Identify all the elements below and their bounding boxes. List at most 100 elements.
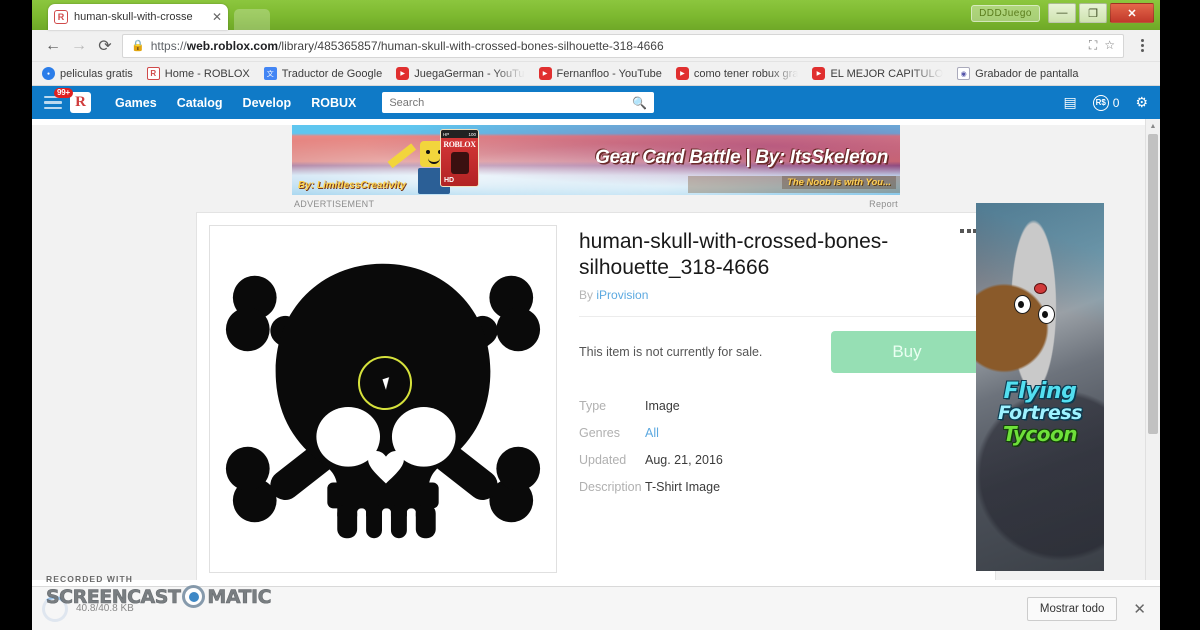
bookmark-favicon-icon [146,67,160,80]
close-window-button[interactable]: ✕ [1110,3,1154,23]
bookmark-favicon-icon [538,67,552,80]
url-text: https://web.roblox.com/library/485365857… [151,39,664,53]
creator-link[interactable]: iProvision [596,288,648,302]
sidebar-ad-line2: Fortress [998,402,1082,424]
download-meta: 40.8/40.8 KB [76,603,134,614]
list-icon[interactable]: ▤ [1064,94,1077,111]
detail-row: Type Image [579,399,983,413]
omnibox-icons: ⛶ ☆ [1089,38,1115,53]
roblox-navbar: 99+ R Games Catalog Develop ROBUX 🔍 ▤ R$ [32,86,1160,119]
hamburger-menu-icon[interactable]: 99+ [44,87,73,111]
item-options-icon[interactable] [960,229,977,233]
browser-tab[interactable]: R human-skull-with-crosse ✕ [48,4,228,30]
nav-link-robux[interactable]: ROBUX [311,96,356,110]
back-icon[interactable]: ← [40,33,66,59]
item-thumbnail[interactable] [209,225,557,573]
chrome-window: R human-skull-with-crosse ✕ DDDJuego — ❐… [32,0,1160,630]
item-details-table: Type Image Genres All Updated Aug. 21, 2… [579,399,983,494]
roblox-nav-links: Games Catalog Develop ROBUX [115,96,356,110]
tab-close-icon[interactable]: ✕ [212,10,222,24]
window-controls: — ❐ ✕ [1048,3,1154,23]
bookmark-label: como tener robux gra [693,67,799,80]
card-footer-hp: HD [444,177,455,184]
nav-link-catalog[interactable]: Catalog [177,96,223,110]
bookmark-item[interactable]: Fernanfloo - YouTube [538,67,662,80]
detail-key: Description [579,480,642,495]
ad-author: By: LimitlessCreativity [298,180,406,191]
download-item[interactable]: 40.8/40.8 KB [42,595,134,622]
nav-link-games[interactable]: Games [115,96,157,110]
download-shelf: 40.8/40.8 KB Mostrar todo ✕ [32,586,1160,630]
lock-icon: 🔒 [131,40,145,52]
page-scrollbar[interactable]: ▲ [1145,119,1160,580]
maximize-button[interactable]: ❐ [1079,3,1107,23]
bookmark-item[interactable]: Grabador de pantalla [957,67,1079,80]
bookmark-item[interactable]: como tener robux gra [675,67,799,80]
show-all-downloads-button[interactable]: Mostrar todo [1026,596,1118,621]
bookmark-item[interactable]: Home - ROBLOX [146,67,250,80]
bookmark-star-icon[interactable]: ☆ [1104,38,1115,53]
bookmark-favicon-icon [42,67,55,80]
robux-amount: 0 [1112,95,1120,110]
roblox-logo-icon[interactable]: R [70,92,91,113]
bookmark-item[interactable]: peliculas gratis [42,67,133,80]
bookmark-item[interactable]: EL MEJOR CAPITULO [812,67,943,80]
gear-icon[interactable]: ⚙ [1135,94,1148,111]
bookmark-label: Fernanfloo - YouTube [556,67,662,80]
ad-title: Gear Card Battle | By: ItsSkeleton [595,147,888,168]
url-host: web.roblox.com [186,38,279,53]
character-eye-icon [1038,305,1055,324]
ad-footer: ADVERTISEMENT Report [292,195,900,212]
detail-row: Updated Aug. 21, 2016 [579,453,983,467]
item-detail-card: human-skull-with-crossed-bones-silhouett… [196,212,996,580]
chrome-menu-icon[interactable] [1132,39,1152,52]
detail-key: Type [579,399,607,414]
card-hp-value: 100 [468,131,476,137]
nav-link-develop[interactable]: Develop [243,96,292,110]
search-icon[interactable]: 🔍 [632,96,647,110]
gear-card-icon: HP 100 ROBLOX HD [440,129,479,187]
new-tab-button[interactable] [234,9,270,30]
scrollbar-thumb[interactable] [1148,134,1158,434]
detail-value: T-Shirt Image [645,480,721,495]
character-nose-icon [1034,283,1047,294]
scroll-up-arrow-icon[interactable]: ▲ [1146,119,1160,133]
reload-icon[interactable]: ⟳ [92,33,118,59]
forward-icon[interactable]: → [66,33,92,59]
robux-balance[interactable]: R$ 0 [1092,94,1120,111]
address-bar[interactable]: 🔒 https://web.roblox.com/library/4853658… [122,33,1124,58]
search-input[interactable] [389,96,633,109]
extension-label: DDDJuego [971,5,1040,22]
download-progress-icon [42,595,68,622]
ad-banner[interactable]: HP 100 ROBLOX HD Gear Card Battle | By: … [292,125,900,195]
bookmark-favicon-icon [675,67,689,80]
sidebar-ad-title: Flying Fortress Tycoon [980,381,1100,445]
bookmark-label: Home - ROBLOX [164,67,250,80]
minimize-button[interactable]: — [1048,3,1076,23]
save-page-icon[interactable]: ⛶ [1089,38,1097,53]
robux-coin-icon: R$ [1092,94,1109,111]
roblox-nav-right: ▤ R$ 0 ⚙ [1064,94,1148,111]
download-file-size: 40.8/40.8 KB [76,603,134,614]
chrome-title-bar: R human-skull-with-crosse ✕ DDDJuego — ❐… [32,0,1160,30]
detail-key: Genres [579,426,620,441]
bookmark-label: Traductor de Google [281,67,383,80]
sidebar-advertisement[interactable]: Flying Fortress Tycoon [976,203,1104,571]
download-shelf-actions: Mostrar todo ✕ [1026,596,1150,621]
purchase-row: This item is not currently for sale. Buy [579,317,983,374]
report-ad-link[interactable]: Report [869,199,898,209]
url-path: /library/485365857/human-skull-with-cros… [278,38,664,53]
detail-value[interactable]: All [645,426,659,440]
detail-row: Description T-Shirt Image [579,480,983,494]
bookmark-item[interactable]: Traductor de Google [263,67,383,80]
close-download-shelf-icon[interactable]: ✕ [1129,600,1150,618]
bookmark-item[interactable]: JuegaGerman - YouTu [396,67,525,80]
bookmarks-bar: peliculas gratis Home - ROBLOX Traductor… [32,62,1160,86]
buy-button[interactable]: Buy [831,331,983,374]
card-brand: ROBLOX [443,140,476,149]
page-viewport: 99+ R Games Catalog Develop ROBUX 🔍 ▤ R$ [32,86,1160,580]
roblox-search-box[interactable]: 🔍 [382,92,655,113]
bookmark-favicon-icon [396,67,410,80]
ad-author-name: LimitlessCreativity [316,180,406,191]
advertisement-label: ADVERTISEMENT [294,198,375,209]
